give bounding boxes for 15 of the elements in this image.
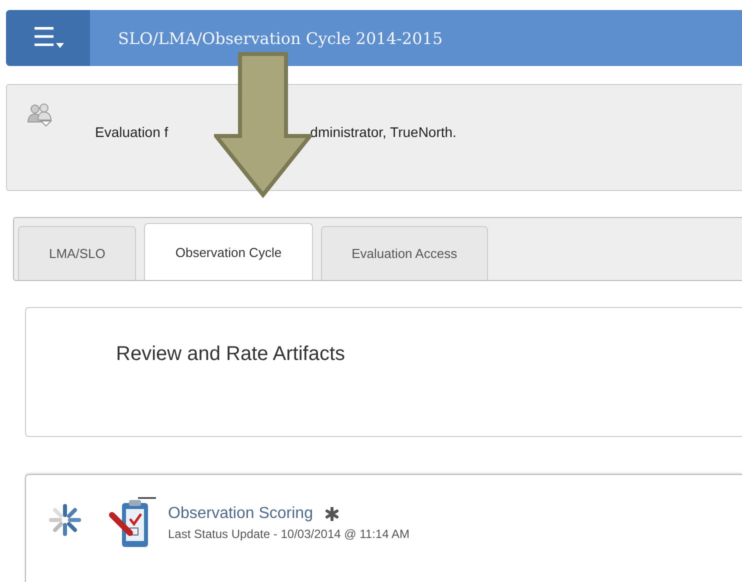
tab[interactable]: Observation Cycle (144, 223, 313, 280)
tab[interactable]: Evaluation Access (320, 226, 488, 280)
spinner-icon (48, 503, 82, 537)
info-text: dministrator, TrueNorth. (310, 124, 456, 140)
page-title: SLO/LMA/Observation Cycle 2014-2015 (118, 28, 443, 48)
down-arrow-icon (214, 52, 312, 198)
item-title-link[interactable]: Observation Scoring (168, 505, 313, 523)
caret-icon (56, 42, 64, 48)
tab[interactable]: LMA/SLO (18, 226, 136, 280)
info-text: Evaluation f (95, 124, 168, 140)
section-heading: Review and Rate Artifacts (116, 343, 345, 365)
people-icon (27, 102, 53, 128)
status-text: Last Status Update - 10/03/2014 @ 11:14 AM (168, 527, 410, 541)
asterisk-icon (324, 507, 339, 521)
menu-button[interactable]: ☰ (6, 10, 90, 66)
